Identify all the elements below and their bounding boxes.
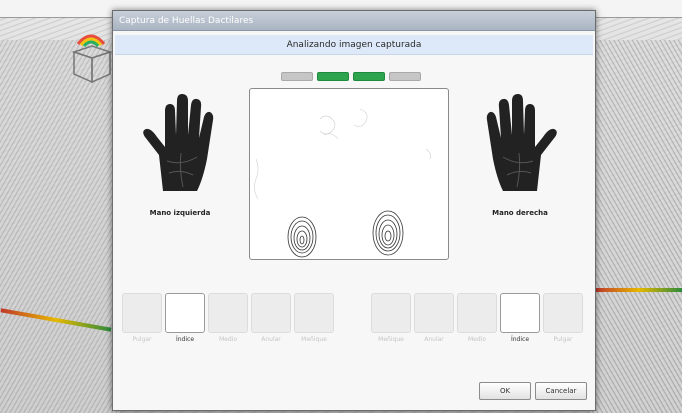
finger-label: Medio <box>218 336 237 343</box>
finger-slot[interactable] <box>208 293 248 333</box>
finger-label: Meñique <box>301 336 327 343</box>
fingerprint-scan-preview <box>254 108 431 258</box>
background-decoration-left <box>0 40 120 413</box>
fingerprint-capture-dialog: Captura de Huellas Dactilares Analizando… <box>112 10 596 411</box>
finger-right-thumb[interactable]: Pulgar <box>543 293 583 353</box>
finger-slot[interactable] <box>414 293 454 333</box>
right-finger-selector: Meñique Anular Medio Índice Pulgar <box>371 293 583 353</box>
finger-slot[interactable] <box>543 293 583 333</box>
status-message: Analizando imagen capturada <box>115 35 593 55</box>
finger-label: Medio <box>467 336 486 343</box>
finger-right-ring[interactable]: Anular <box>414 293 454 353</box>
progress-segment-4 <box>389 72 421 81</box>
finger-right-middle[interactable]: Medio <box>457 293 497 353</box>
right-hand-label: Mano derecha <box>492 209 548 217</box>
progress-segment-2 <box>317 72 349 81</box>
finger-left-pinky[interactable]: Meñique <box>294 293 334 353</box>
finger-left-index[interactable]: Índice <box>165 293 205 353</box>
background-decoration-right <box>590 40 682 413</box>
finger-label: Pulgar <box>553 336 573 343</box>
finger-left-ring[interactable]: Anular <box>251 293 291 353</box>
dialog-title: Captura de Huellas Dactilares <box>113 11 595 31</box>
fingerprint-2 <box>372 210 404 256</box>
finger-label: Índice <box>175 336 195 343</box>
finger-right-pinky[interactable]: Meñique <box>371 293 411 353</box>
finger-label: Anular <box>424 336 444 343</box>
finger-slot[interactable] <box>500 293 540 333</box>
progress-segment-3 <box>353 72 385 81</box>
background-stripe-right <box>596 288 682 292</box>
left-hand-icon <box>143 94 214 191</box>
finger-slot[interactable] <box>457 293 497 333</box>
finger-slot[interactable] <box>122 293 162 333</box>
finger-label: Meñique <box>378 336 404 343</box>
finger-slot[interactable] <box>165 293 205 333</box>
progress-segment-1 <box>281 72 313 81</box>
cancel-button[interactable]: Cancelar <box>535 382 587 400</box>
app-logo <box>71 34 113 84</box>
finger-label: Anular <box>261 336 281 343</box>
fingerprint-1 <box>287 216 317 258</box>
finger-slot[interactable] <box>251 293 291 333</box>
finger-right-index[interactable]: Índice <box>500 293 540 353</box>
finger-slot[interactable] <box>371 293 411 333</box>
fingerprint-scan-image <box>249 88 449 260</box>
finger-label: Índice <box>510 336 530 343</box>
finger-label: Pulgar <box>132 336 152 343</box>
left-finger-selector: Pulgar Índice Medio Anular Meñique <box>122 293 334 353</box>
dialog-buttons: OK Cancelar <box>479 382 587 400</box>
finger-slot[interactable] <box>294 293 334 333</box>
finger-left-middle[interactable]: Medio <box>208 293 248 353</box>
capture-progress <box>281 72 421 82</box>
ok-button[interactable]: OK <box>479 382 531 400</box>
right-hand-icon <box>486 94 557 191</box>
left-hand-label: Mano izquierda <box>149 209 211 217</box>
finger-left-thumb[interactable]: Pulgar <box>122 293 162 353</box>
